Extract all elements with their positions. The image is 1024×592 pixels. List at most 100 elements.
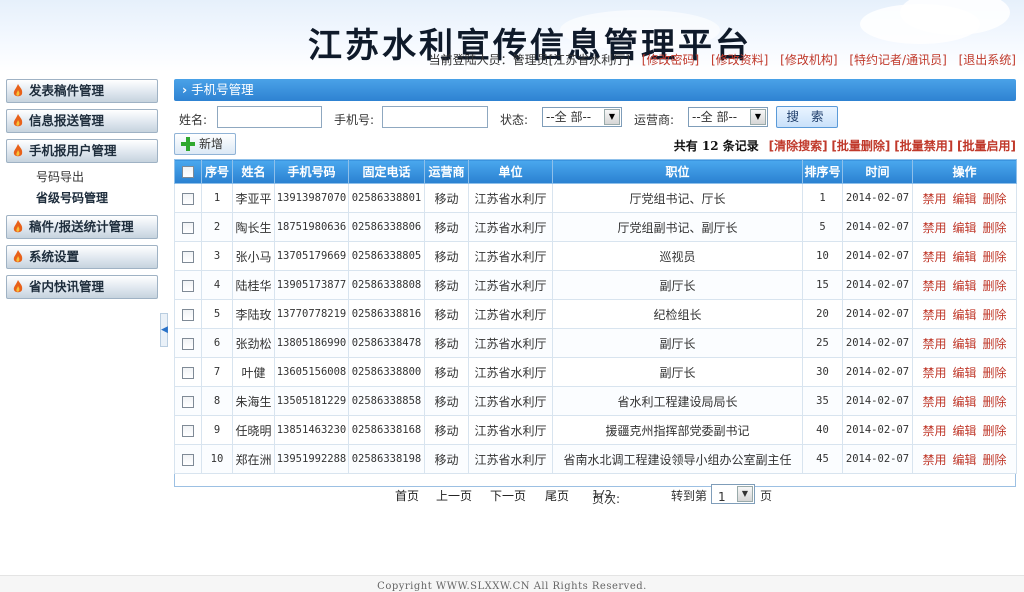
disable-button[interactable]: 禁用 xyxy=(922,453,946,467)
disable-button[interactable]: 禁用 xyxy=(922,221,946,235)
chevron-down-icon: ▼ xyxy=(737,486,753,502)
sidebar-item-info-report[interactable]: 信息报送管理 xyxy=(6,109,158,133)
column-header: 排序号 xyxy=(802,159,843,184)
column-header: 单位 xyxy=(468,159,553,184)
row-checkbox[interactable] xyxy=(182,221,194,234)
delete-button[interactable]: 删除 xyxy=(983,395,1007,409)
delete-button[interactable]: 删除 xyxy=(983,453,1007,467)
row-checkbox[interactable] xyxy=(182,279,194,292)
current-user-label: 当前登陆人员：管理员[江苏省水利厅] xyxy=(428,53,630,67)
first-page-link[interactable]: 首页 xyxy=(395,487,419,504)
cell-time: 2014-02-07 xyxy=(842,444,913,474)
disable-button[interactable]: 禁用 xyxy=(922,308,946,322)
table-row: 7 叶健 13605156008 02586338800 移动 江苏省水利厅 副厅长 30 20… xyxy=(174,357,1017,387)
delete-button[interactable]: 删除 xyxy=(983,366,1007,380)
edit-button[interactable]: 编辑 xyxy=(952,308,976,322)
cell-name: 李亚平 xyxy=(232,183,275,213)
sidebar-item-label: 发表稿件管理 xyxy=(29,83,105,98)
table-header-row: 序号 姓名 手机号码 固定电话 运营商 单位 职位 排序号 时间 操作 xyxy=(174,159,1017,184)
edit-button[interactable]: 编辑 xyxy=(952,424,976,438)
disable-button[interactable]: 禁用 xyxy=(922,395,946,409)
cell-phone: 02586338478 xyxy=(348,328,425,358)
row-checkbox[interactable] xyxy=(182,424,194,437)
column-header: 姓名 xyxy=(232,159,275,184)
status-select[interactable]: --全 部-- ▼ xyxy=(542,107,622,127)
sidebar-item-label: 系统设置 xyxy=(29,249,80,264)
delete-button[interactable]: 删除 xyxy=(983,308,1007,322)
last-page-link[interactable]: 尾页 xyxy=(545,487,569,504)
sidebar-item-system-settings[interactable]: 系统设置 xyxy=(6,245,158,269)
disable-button[interactable]: 禁用 xyxy=(922,192,946,206)
flame-icon xyxy=(13,250,23,263)
search-button[interactable]: 搜 索 xyxy=(776,106,838,128)
delete-button[interactable]: 删除 xyxy=(983,192,1007,206)
edit-button[interactable]: 编辑 xyxy=(952,279,976,293)
logout-link[interactable]: [退出系统] xyxy=(959,53,1016,67)
delete-button[interactable]: 删除 xyxy=(983,250,1007,264)
main-content: › 手机号管理 姓名: 手机号: 状态: --全 部-- ▼ 运营商: --全 部… xyxy=(174,79,1017,487)
cell-carrier: 移动 xyxy=(424,241,469,271)
phone-input[interactable] xyxy=(382,106,488,128)
cell-sort: 1 xyxy=(802,183,843,213)
sidebar-subitem-provincial-numbers[interactable]: 省级号码管理 xyxy=(36,188,158,209)
edit-button[interactable]: 编辑 xyxy=(952,453,976,467)
edit-button[interactable]: 编辑 xyxy=(952,337,976,351)
edit-button[interactable]: 编辑 xyxy=(952,395,976,409)
edit-button[interactable]: 编辑 xyxy=(952,366,976,380)
table-row: 8 朱海生 13505181229 02586338858 移动 江苏省水利厅 省水利工程建… xyxy=(174,386,1017,416)
row-checkbox[interactable] xyxy=(182,192,194,205)
change-password-link[interactable]: [修改密码] xyxy=(642,53,699,67)
disable-button[interactable]: 禁用 xyxy=(922,366,946,380)
delete-button[interactable]: 删除 xyxy=(983,279,1007,293)
status-select-value: --全 部-- xyxy=(546,110,592,124)
cell-mobile: 13770778219 xyxy=(274,299,349,329)
row-select-cell xyxy=(174,328,202,358)
select-all-checkbox[interactable] xyxy=(182,166,194,178)
sidebar-item-statistics[interactable]: 稿件/报送统计管理 xyxy=(6,215,158,239)
row-checkbox[interactable] xyxy=(182,250,194,263)
row-actions: 禁用 编辑 删除 xyxy=(912,328,1017,358)
delete-button[interactable]: 删除 xyxy=(983,221,1007,235)
sidebar-collapse-icon[interactable]: ◀ xyxy=(160,313,168,347)
sidebar-item-mobile-users[interactable]: 手机报用户管理 xyxy=(6,139,158,163)
edit-profile-link[interactable]: [修改资料] xyxy=(711,53,768,67)
plus-icon xyxy=(181,137,195,151)
row-checkbox[interactable] xyxy=(182,395,194,408)
bulk-enable-link[interactable]: [批量启用] xyxy=(957,139,1016,153)
prev-page-link[interactable]: 上一页 xyxy=(436,487,472,504)
edit-button[interactable]: 编辑 xyxy=(952,221,976,235)
carrier-select[interactable]: --全 部-- ▼ xyxy=(688,107,768,127)
special-reporter-link[interactable]: [特约记者/通讯员] xyxy=(849,53,946,67)
row-checkbox[interactable] xyxy=(182,366,194,379)
add-button[interactable]: 新增 xyxy=(174,133,236,155)
disable-button[interactable]: 禁用 xyxy=(922,337,946,351)
page-title: 手机号管理 xyxy=(191,82,254,97)
cell-sort: 30 xyxy=(802,357,843,387)
disable-button[interactable]: 禁用 xyxy=(922,279,946,293)
row-checkbox[interactable] xyxy=(182,453,194,466)
edit-button[interactable]: 编辑 xyxy=(952,192,976,206)
disable-button[interactable]: 禁用 xyxy=(922,424,946,438)
edit-organization-link[interactable]: [修改机构] xyxy=(780,53,837,67)
page-select[interactable]: 1 ▼ xyxy=(711,484,755,504)
delete-button[interactable]: 删除 xyxy=(983,424,1007,438)
bulk-delete-link[interactable]: [批量删除] xyxy=(831,139,890,153)
clear-search-link[interactable]: [清除搜索] xyxy=(769,139,828,153)
disable-button[interactable]: 禁用 xyxy=(922,250,946,264)
delete-button[interactable]: 删除 xyxy=(983,337,1007,351)
sidebar-item-articles[interactable]: 发表稿件管理 xyxy=(6,79,158,103)
cell-phone: 02586338808 xyxy=(348,270,425,300)
sidebar-item-provincial-news[interactable]: 省内快讯管理 xyxy=(6,275,158,299)
edit-button[interactable]: 编辑 xyxy=(952,250,976,264)
bulk-disable-link[interactable]: [批量禁用] xyxy=(894,139,953,153)
page-label: 页次: xyxy=(592,492,621,506)
next-page-link[interactable]: 下一页 xyxy=(490,487,526,504)
cell-carrier: 移动 xyxy=(424,328,469,358)
cell-unit: 江苏省水利厅 xyxy=(468,299,553,329)
row-actions: 禁用 编辑 删除 xyxy=(912,241,1017,271)
row-checkbox[interactable] xyxy=(182,308,194,321)
sidebar-subitem-number-export[interactable]: 号码导出 xyxy=(36,167,158,188)
name-input[interactable] xyxy=(217,106,322,128)
row-checkbox[interactable] xyxy=(182,337,194,350)
cell-name: 陶长生 xyxy=(232,212,275,242)
